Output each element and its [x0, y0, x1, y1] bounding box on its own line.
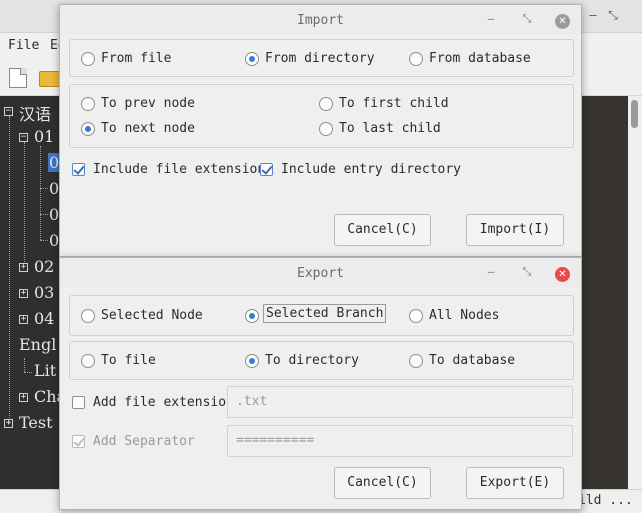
tree-collapse-icon[interactable]: −: [19, 133, 28, 142]
to-database-label[interactable]: To database: [429, 353, 515, 368]
add-separator-label: Add Separator: [93, 434, 195, 449]
to-file-radio[interactable]: [81, 354, 95, 368]
to-next-node-radio[interactable]: [81, 122, 95, 136]
to-first-child-radio[interactable]: [319, 97, 333, 111]
export-button[interactable]: Export(E): [466, 467, 564, 499]
tree-item-lit[interactable]: Lit: [34, 361, 56, 380]
include-entry-directory-checkbox[interactable]: [260, 163, 273, 176]
tree-connector: [40, 188, 48, 189]
import-position-group: To prev node To first child To next node…: [69, 84, 574, 148]
from-database-radio[interactable]: [409, 52, 423, 66]
all-nodes-radio[interactable]: [409, 309, 423, 323]
add-file-extension-checkbox[interactable]: [72, 396, 85, 409]
to-directory-radio[interactable]: [245, 354, 259, 368]
tree-expand-icon[interactable]: +: [4, 419, 13, 428]
tree-connector: [24, 358, 25, 372]
tree-expand-icon[interactable]: +: [19, 263, 28, 272]
to-directory-label[interactable]: To directory: [265, 353, 359, 368]
add-separator-checkbox: [72, 435, 85, 448]
import-title: Import: [297, 13, 344, 28]
tree-item-01-child[interactable]: 0: [49, 179, 59, 198]
to-file-label[interactable]: To file: [101, 353, 156, 368]
scrollbar-thumb[interactable]: [631, 100, 638, 128]
export-scope-group: Selected Node Selected Branch All Nodes: [69, 295, 574, 336]
export-title: Export: [297, 266, 344, 281]
from-directory-radio[interactable]: [245, 52, 259, 66]
import-button[interactable]: Import(I): [466, 214, 564, 246]
file-extension-field[interactable]: .txt: [227, 386, 573, 418]
new-document-icon[interactable]: [9, 68, 27, 88]
tree-item-01[interactable]: 01: [34, 127, 54, 146]
close-icon[interactable]: ✕: [555, 14, 570, 29]
vertical-scrollbar[interactable]: [628, 96, 642, 489]
tree-item-root-chinese[interactable]: 汉语: [19, 101, 51, 125]
tree-item-04[interactable]: 04: [34, 309, 54, 328]
export-titlebar[interactable]: Export – ⤡ ✕: [60, 258, 581, 288]
from-file-label[interactable]: From file: [101, 51, 171, 66]
to-first-child-label[interactable]: To first child: [339, 96, 449, 111]
minimize-icon[interactable]: –: [484, 265, 498, 279]
tree-expand-icon[interactable]: +: [19, 393, 28, 402]
selected-branch-label[interactable]: Selected Branch: [263, 304, 387, 323]
from-directory-label[interactable]: From directory: [265, 51, 375, 66]
maximize-icon[interactable]: ⤡: [520, 265, 534, 279]
from-file-radio[interactable]: [81, 52, 95, 66]
tree-item-01-child[interactable]: 0: [49, 205, 59, 224]
add-file-extension-label[interactable]: Add file extension: [93, 395, 234, 410]
maximize-icon[interactable]: ⤡: [520, 12, 534, 26]
selected-branch-radio[interactable]: [245, 309, 259, 323]
import-dialog: Import – ⤡ ✕ From file From directory Fr…: [59, 4, 582, 257]
tree-connector: [24, 372, 32, 373]
tree-item-test[interactable]: Test: [19, 413, 53, 432]
separator-field: ==========: [227, 425, 573, 457]
tree-connector: [40, 214, 48, 215]
open-folder-icon[interactable]: [39, 71, 61, 87]
to-last-child-radio[interactable]: [319, 122, 333, 136]
menu-file[interactable]: File: [8, 38, 39, 53]
all-nodes-label[interactable]: All Nodes: [429, 308, 499, 323]
to-last-child-label[interactable]: To last child: [339, 121, 441, 136]
include-file-extension-checkbox[interactable]: [72, 163, 85, 176]
import-source-group: From file From directory From database: [69, 39, 574, 77]
tree-connector: [24, 142, 25, 262]
main-minimize-icon[interactable]: –: [586, 8, 600, 22]
to-prev-node-label[interactable]: To prev node: [101, 96, 195, 111]
tree-expand-icon[interactable]: +: [19, 315, 28, 324]
main-maximize-icon[interactable]: ⤡: [606, 8, 620, 22]
tree-item-root-english[interactable]: Engl: [19, 335, 56, 354]
import-cancel-button[interactable]: Cancel(C): [334, 214, 431, 246]
tree-connector: [40, 240, 48, 241]
tree-item-02[interactable]: 02: [34, 257, 54, 276]
selected-node-radio[interactable]: [81, 309, 95, 323]
close-icon[interactable]: ✕: [555, 267, 570, 282]
minimize-icon[interactable]: –: [484, 12, 498, 26]
tree-item-03[interactable]: 03: [34, 283, 54, 302]
tree-item-01-child[interactable]: 0: [49, 231, 59, 250]
tree-connector: [40, 146, 41, 240]
to-database-radio[interactable]: [409, 354, 423, 368]
from-database-label[interactable]: From database: [429, 51, 531, 66]
to-next-node-label[interactable]: To next node: [101, 121, 195, 136]
to-prev-node-radio[interactable]: [81, 97, 95, 111]
export-cancel-button[interactable]: Cancel(C): [334, 467, 431, 499]
tree-connector: [9, 116, 10, 424]
export-dialog: Export – ⤡ ✕ Selected Node Selected Bran…: [59, 257, 582, 510]
export-target-group: To file To directory To database: [69, 341, 574, 380]
selected-node-label[interactable]: Selected Node: [101, 308, 203, 323]
include-file-extension-label[interactable]: Include file extension: [93, 162, 265, 177]
tree-expand-icon[interactable]: +: [19, 289, 28, 298]
status-text: ild ...: [578, 493, 633, 508]
tree-collapse-icon[interactable]: −: [4, 107, 13, 116]
include-entry-directory-label[interactable]: Include entry directory: [281, 162, 461, 177]
import-titlebar[interactable]: Import – ⤡ ✕: [60, 5, 581, 35]
